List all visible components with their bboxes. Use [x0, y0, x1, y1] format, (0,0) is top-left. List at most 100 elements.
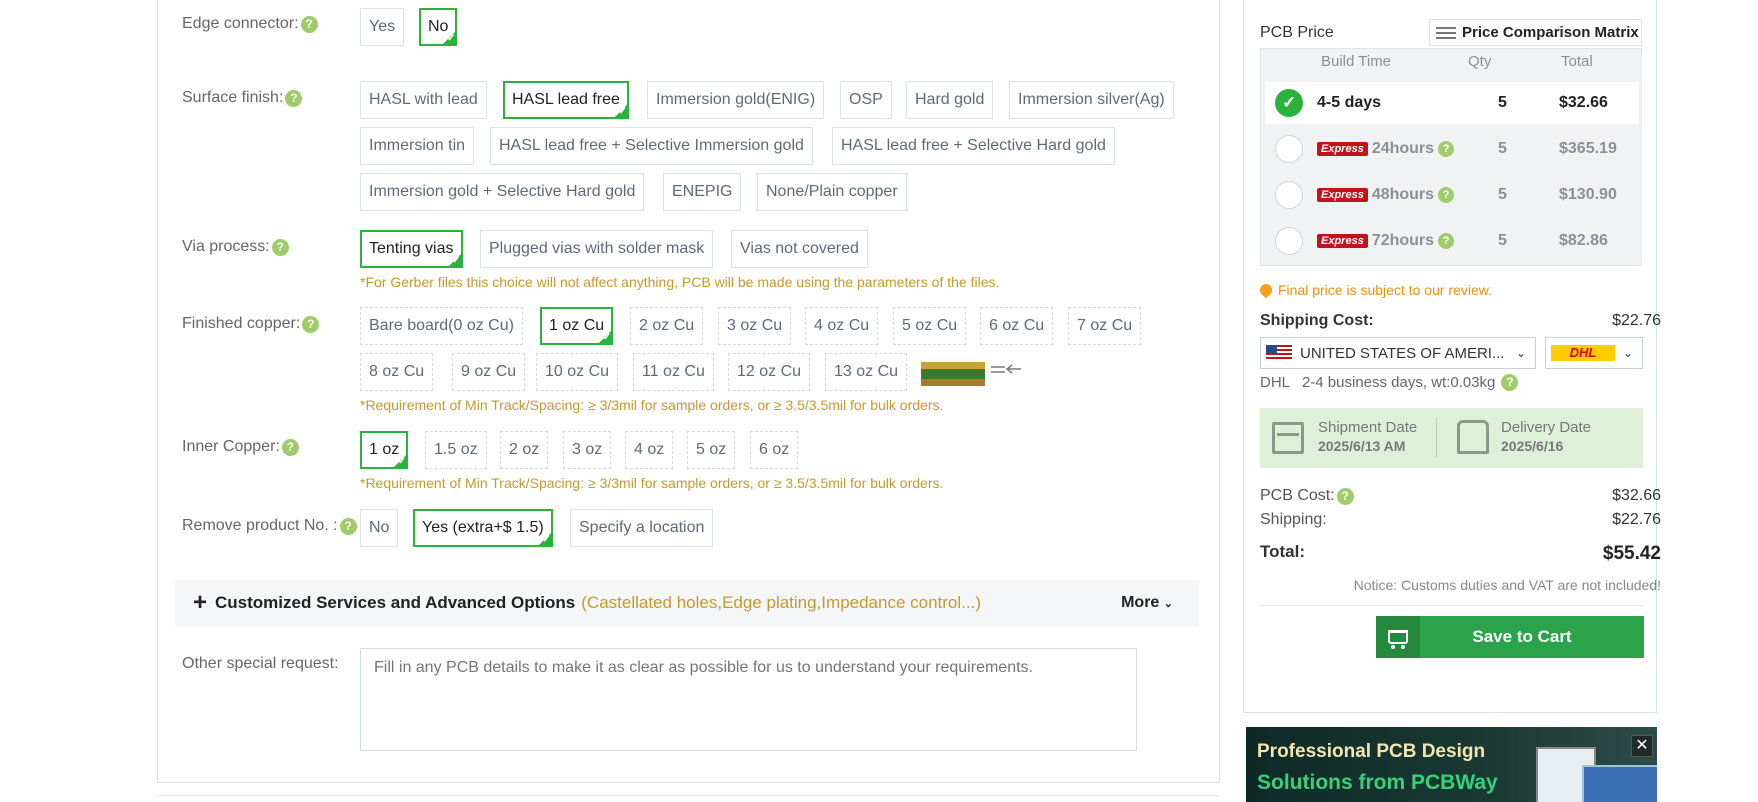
- list-icon: [1436, 26, 1456, 39]
- save-to-cart-button[interactable]: Save to Cart: [1376, 616, 1644, 658]
- country-select[interactable]: UNITED STATES OF AMERI... ⌄: [1260, 337, 1536, 369]
- radio[interactable]: [1275, 181, 1303, 209]
- shipping-cost-label: Shipping Cost:: [1260, 312, 1374, 329]
- inner-copper-option[interactable]: 4 oz: [625, 431, 674, 469]
- radio[interactable]: [1275, 227, 1303, 255]
- delivery-date-value: 2025/6/16: [1501, 438, 1564, 454]
- pcb-design-banner[interactable]: Professional PCB Design Solutions from P…: [1246, 727, 1657, 802]
- delivery-date-label: Delivery Date: [1501, 419, 1592, 436]
- carrier-select[interactable]: DHL ⌄: [1545, 337, 1643, 369]
- pcb-price-title: PCB Price: [1260, 24, 1334, 41]
- edge-connector-no[interactable]: No: [419, 8, 458, 46]
- help-icon[interactable]: ?: [1336, 487, 1354, 505]
- product-no-option[interactable]: No: [360, 509, 399, 547]
- dhl-logo: DHL: [1551, 345, 1615, 361]
- copper-option[interactable]: 8 oz Cu: [360, 353, 434, 391]
- edge-connector-yes[interactable]: Yes: [360, 8, 405, 46]
- via-option[interactable]: Vias not covered: [731, 230, 868, 268]
- radio[interactable]: [1275, 135, 1303, 163]
- finish-option[interactable]: HASL lead free + Selective Hard gold: [832, 127, 1115, 165]
- plus-icon: +: [193, 589, 208, 616]
- inner-copper-option[interactable]: 1 oz: [360, 431, 409, 469]
- customs-notice: Notice: Customs duties and VAT are not i…: [1353, 577, 1661, 593]
- inner-copper-option[interactable]: 6 oz: [750, 431, 799, 469]
- chevron-down-icon: ⌄: [1622, 346, 1633, 360]
- price-table: Build Time Qty Total 4-5 days 5 $32.66 E…: [1260, 48, 1642, 266]
- build-time-row[interactable]: Express 48hours? 5 $130.90: [1265, 174, 1639, 216]
- finish-option[interactable]: Immersion silver(Ag): [1009, 81, 1174, 119]
- pcb-cost-label: PCB Cost:?: [1260, 487, 1354, 505]
- finish-option[interactable]: Hard gold: [906, 81, 994, 119]
- copper-thickness-icon: [921, 358, 1021, 390]
- close-icon[interactable]: ✕: [1631, 735, 1653, 757]
- help-icon[interactable]: ?: [271, 238, 289, 256]
- copper-option[interactable]: 2 oz Cu: [630, 307, 704, 345]
- copper-option[interactable]: 11 oz Cu: [633, 353, 714, 391]
- help-icon[interactable]: ?: [339, 517, 357, 535]
- copper-option[interactable]: 1 oz Cu: [540, 307, 614, 345]
- delivery-person-icon: [1457, 420, 1489, 454]
- panel-divider: [157, 795, 1220, 796]
- pcb-cost-value: $32.66: [1612, 487, 1661, 504]
- help-icon[interactable]: ?: [281, 438, 299, 456]
- copper-option[interactable]: 5 oz Cu: [893, 307, 967, 345]
- build-time-row[interactable]: Express 24hours? 5 $365.19: [1265, 128, 1639, 170]
- help-icon[interactable]: ?: [1438, 187, 1455, 203]
- shipping-info: DHL 2-4 business days, wt:0.03kg ?: [1260, 374, 1519, 391]
- copper-option[interactable]: 12 oz Cu: [728, 353, 811, 391]
- copper-option[interactable]: 13 oz Cu: [825, 353, 908, 391]
- via-option[interactable]: Plugged vias with solder mask: [480, 230, 714, 268]
- remove-product-no-label: Remove product No. :?: [182, 517, 357, 535]
- us-flag-icon: [1266, 345, 1292, 361]
- advanced-options-title: Customized Services and Advanced Options: [215, 593, 576, 612]
- finish-option[interactable]: Immersion gold + Selective Hard gold: [360, 173, 645, 211]
- copper-option[interactable]: 10 oz Cu: [536, 353, 619, 391]
- finish-option[interactable]: HASL lead free + Selective Immersion gol…: [490, 127, 813, 165]
- inner-copper-option[interactable]: 1.5 oz: [425, 431, 487, 469]
- finish-option[interactable]: HASL lead free: [503, 81, 629, 119]
- radio-selected[interactable]: [1275, 89, 1303, 117]
- build-time-row[interactable]: 4-5 days 5 $32.66: [1265, 82, 1639, 124]
- divider: [1436, 418, 1437, 458]
- inner-copper-option[interactable]: 3 oz: [563, 431, 612, 469]
- pin-icon: [1257, 281, 1275, 299]
- help-icon[interactable]: ?: [300, 15, 318, 33]
- finished-copper-label: Finished copper:?: [182, 315, 320, 333]
- shipment-date-label: Shipment Date: [1318, 419, 1418, 436]
- finish-option[interactable]: HASL with lead: [360, 81, 487, 119]
- copper-option[interactable]: 4 oz Cu: [805, 307, 879, 345]
- copper-option[interactable]: Bare board(0 oz Cu): [360, 307, 523, 345]
- shipment-date-value: 2025/6/13 AM: [1318, 438, 1406, 454]
- special-request-input[interactable]: [360, 648, 1137, 751]
- advanced-options-toggle[interactable]: + Customized Services and Advanced Optio…: [175, 580, 1199, 626]
- more-button[interactable]: More ⌄: [1121, 594, 1173, 612]
- finish-option[interactable]: None/Plain copper: [757, 173, 907, 211]
- inner-copper-option[interactable]: 5 oz: [687, 431, 736, 469]
- copper-option[interactable]: 6 oz Cu: [980, 307, 1054, 345]
- banner-subheadline: Solutions from PCBWay: [1257, 771, 1498, 794]
- qty-header: Qty: [1468, 53, 1492, 70]
- pcb-board-illustration: [1582, 765, 1657, 802]
- price-comparison-matrix-button[interactable]: Price Comparison Matrix: [1429, 19, 1642, 46]
- finish-option[interactable]: ENEPIG: [663, 173, 742, 211]
- product-no-option[interactable]: Specify a location: [570, 509, 714, 547]
- help-icon[interactable]: ?: [302, 315, 320, 333]
- surface-finish-label: Surface finish:?: [182, 89, 303, 107]
- special-request-label: Other special request:: [182, 655, 339, 672]
- help-icon[interactable]: ?: [1438, 233, 1455, 249]
- finish-option[interactable]: OSP: [840, 81, 892, 119]
- build-time-row[interactable]: Express 72hours? 5 $82.86: [1265, 220, 1639, 262]
- copper-option[interactable]: 3 oz Cu: [718, 307, 792, 345]
- finish-option[interactable]: Immersion gold(ENIG): [647, 81, 825, 119]
- inner-copper-option[interactable]: 2 oz: [500, 431, 549, 469]
- delivery-dates-box: Shipment Date 2025/6/13 AM Delivery Date…: [1260, 408, 1643, 468]
- package-icon: [1272, 422, 1304, 454]
- product-no-option[interactable]: Yes (extra+$ 1.5): [413, 509, 553, 547]
- help-icon[interactable]: ?: [1438, 141, 1455, 157]
- copper-option[interactable]: 9 oz Cu: [452, 353, 526, 391]
- help-icon[interactable]: ?: [1501, 374, 1519, 391]
- finish-option[interactable]: Immersion tin: [360, 127, 475, 165]
- via-option[interactable]: Tenting vias: [360, 230, 463, 268]
- help-icon[interactable]: ?: [285, 89, 303, 107]
- copper-option[interactable]: 7 oz Cu: [1068, 307, 1142, 345]
